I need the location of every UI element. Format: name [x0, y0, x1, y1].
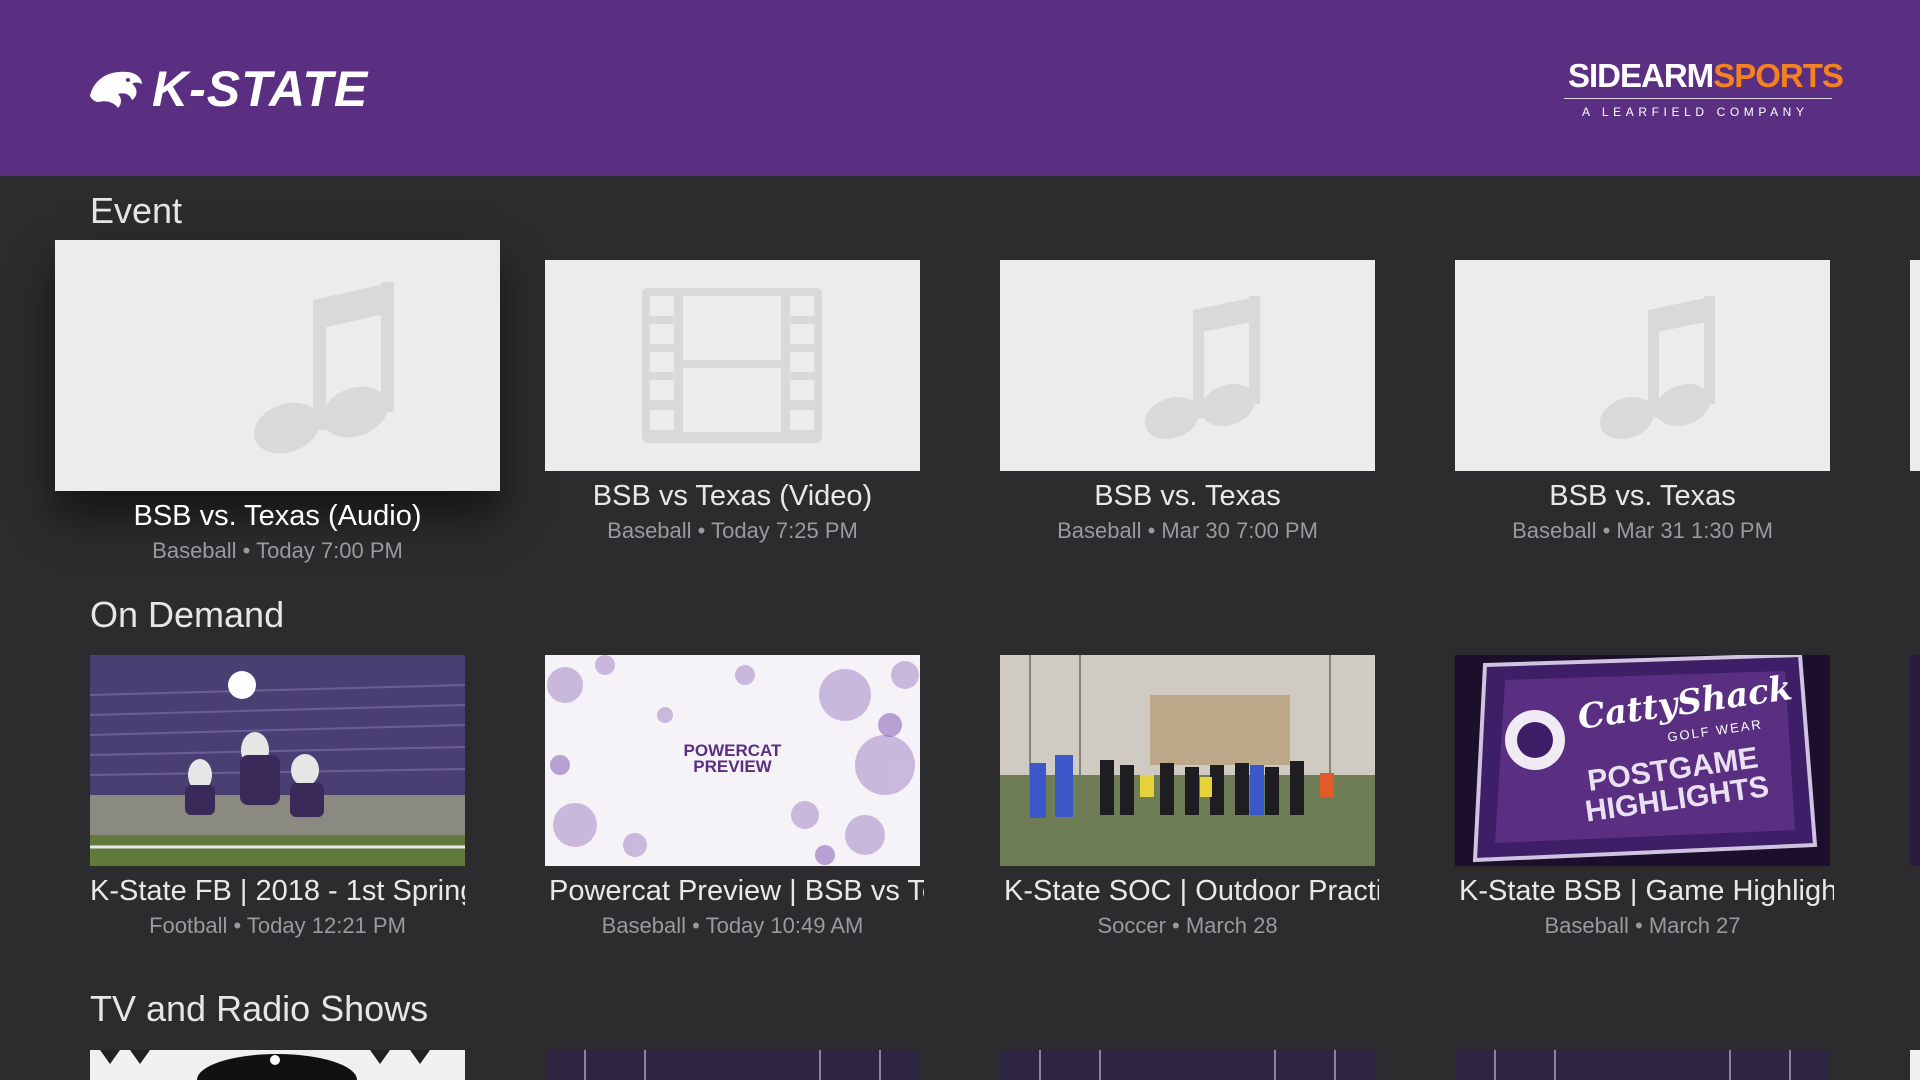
tile-meta: Baseball • Today 7:00 PM	[152, 538, 403, 563]
sidearm-sports-logo: SIDEARM SPORTS A LEARFIELD COMPANY	[1562, 56, 1844, 122]
app-header: K-STATE SIDEARM SPORTS A LEARFIELD COMPA…	[0, 0, 1920, 176]
tile-meta: Baseball • Mar 31 1:30 PM	[1512, 518, 1773, 543]
tile-thumbnail: POWERCAT PREVIEW	[545, 655, 920, 866]
tile-title: BSB vs. Texas	[1549, 480, 1736, 512]
show-thumbnail-image	[1000, 1050, 1375, 1080]
tile-meta: Baseball • Today 7:25 PM	[607, 518, 858, 543]
tile-thumbnail	[90, 1050, 465, 1080]
music-note-icon	[254, 282, 394, 454]
tile-thumbnail	[1000, 655, 1375, 866]
show-thumbnail-image	[1455, 1050, 1830, 1080]
section-title-event: Event	[90, 190, 183, 231]
powercat-preview-logo-text: POWERCAT PREVIEW	[683, 741, 782, 776]
tile-title: K-State SOC | Outdoor Practice	[1004, 875, 1379, 907]
show-thumbnail-image	[90, 1050, 465, 1080]
tile-thumbnail	[1455, 1050, 1830, 1080]
tile-title: Powercat Preview | BSB vs Texas	[549, 875, 924, 907]
learfield-tagline: A LEARFIELD COMPANY	[1582, 105, 1809, 119]
tile-thumbnail	[545, 260, 920, 471]
tile-thumbnail	[1455, 260, 1830, 471]
tile-title: K-State BSB | Game Highlights	[1459, 875, 1834, 907]
tile-title: BSB vs. Texas (Audio)	[133, 500, 422, 532]
show-tile[interactable]	[1455, 1050, 1830, 1080]
next-tile-peek[interactable]	[1910, 655, 1920, 866]
section-title-shows: TV and Radio Shows	[90, 988, 429, 1029]
event-tile[interactable]: BSB vs. Texas Baseball • Mar 30 7:00 PM	[1000, 260, 1375, 550]
event-tile[interactable]: BSB vs Texas (Video) Baseball • Today 7:…	[545, 260, 920, 550]
tile-meta: Baseball • Mar 30 7:00 PM	[1057, 518, 1318, 543]
tile-thumbnail: CattyShack GOLF WEAR POSTGAME HIGHLIGHTS	[1455, 655, 1830, 866]
tile-meta: Football • Today 12:21 PM	[149, 913, 406, 938]
on-demand-tile[interactable]: K-State SOC | Outdoor Practice Soccer • …	[1000, 655, 1379, 945]
logo-divider	[1564, 98, 1832, 99]
tile-thumbnail	[545, 1050, 920, 1080]
show-tile[interactable]	[1000, 1050, 1375, 1080]
music-note-icon	[1144, 296, 1260, 440]
on-demand-tile[interactable]: CattyShack GOLF WEAR POSTGAME HIGHLIGHTS…	[1455, 655, 1834, 945]
event-tile[interactable]: BSB vs. Texas Baseball • Mar 31 1:30 PM	[1455, 260, 1830, 550]
tile-thumbnail	[1000, 1050, 1375, 1080]
tile-thumbnail	[90, 655, 465, 866]
tile-title: K-State FB | 2018 - 1st Spring	[90, 875, 465, 907]
on-demand-tile[interactable]: POWERCAT PREVIEW Powercat Preview | BSB …	[545, 655, 924, 945]
tile-meta: Baseball • Today 10:49 AM	[601, 913, 864, 938]
football-practice-image	[90, 655, 465, 866]
film-strip-icon	[642, 288, 822, 443]
tile-title: BSB vs Texas (Video)	[592, 480, 873, 512]
tile-meta: Soccer • March 28	[1097, 913, 1278, 938]
sidearm-word: SIDEARM	[1568, 57, 1714, 94]
on-demand-tile[interactable]: K-State FB | 2018 - 1st Spring Football …	[90, 655, 465, 945]
show-tile[interactable]	[545, 1050, 920, 1080]
soccer-practice-image	[1000, 655, 1375, 866]
tile-thumbnail	[55, 240, 500, 491]
tile-thumbnail	[1000, 260, 1375, 471]
tile-meta: Baseball • March 27	[1544, 913, 1741, 938]
next-tile-peek[interactable]	[1910, 1050, 1920, 1080]
next-tile-peek[interactable]	[1910, 260, 1920, 471]
show-tile[interactable]	[90, 1050, 465, 1080]
show-thumbnail-image	[545, 1050, 920, 1080]
music-note-icon	[1599, 296, 1715, 440]
event-tile[interactable]: BSB vs. Texas (Audio) Baseball • Today 7…	[55, 240, 500, 570]
section-title-on-demand: On Demand	[90, 594, 285, 635]
kstate-logo: K-STATE	[88, 64, 368, 114]
kstate-wordmark: K-STATE	[152, 61, 369, 117]
tile-title: BSB vs. Texas	[1094, 480, 1281, 512]
sports-word: SPORTS	[1713, 57, 1844, 94]
wildcat-logo-icon	[90, 71, 142, 108]
